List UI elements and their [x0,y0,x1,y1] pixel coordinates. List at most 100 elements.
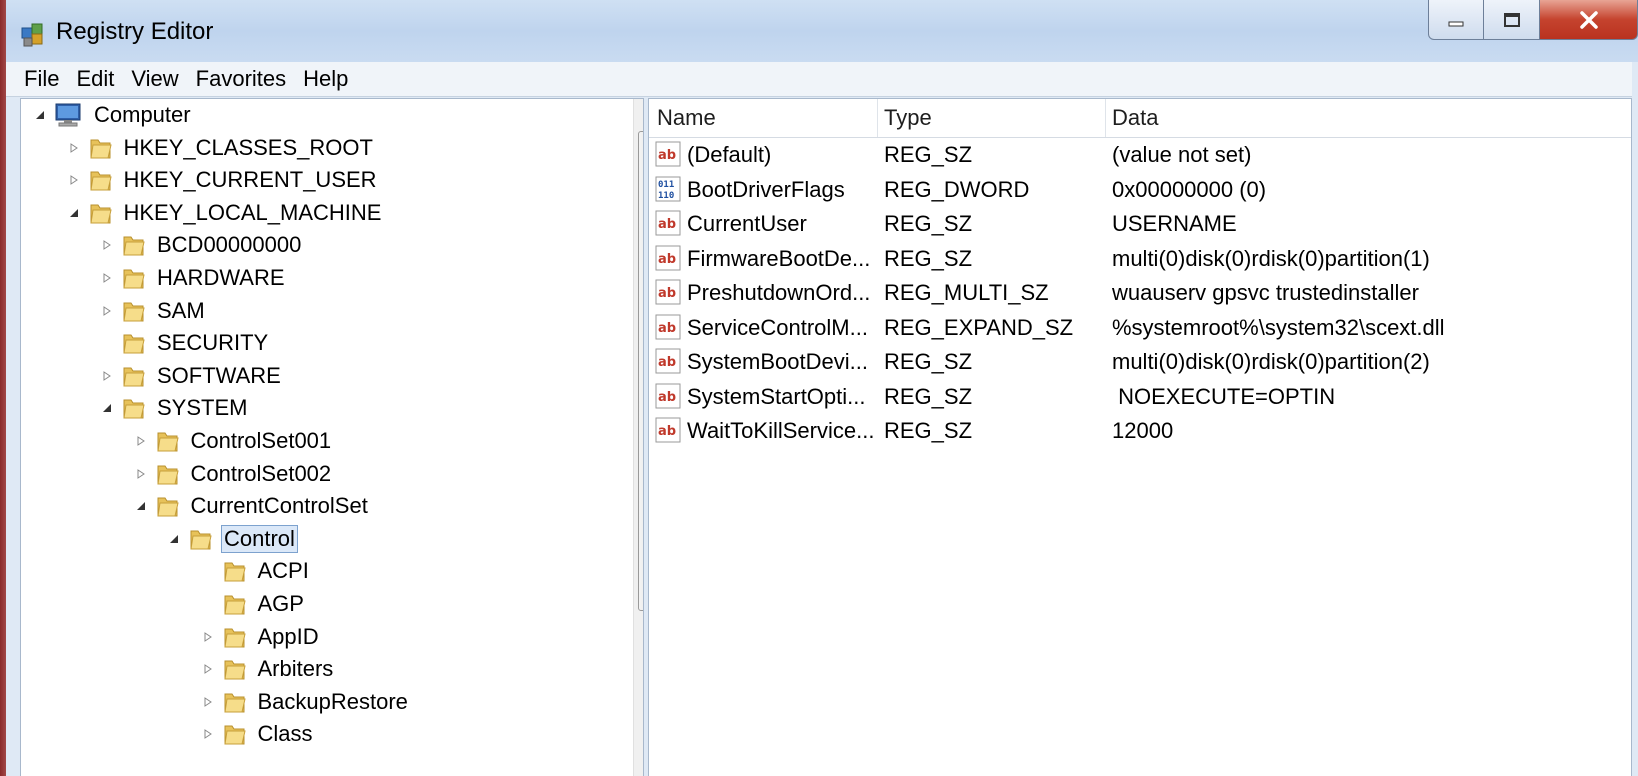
value-name: FirmwareBootDe... [687,245,871,271]
tree-node[interactable]: Computer [33,100,194,130]
value-row[interactable]: ab FirmwareBootDe... REG_SZ multi(0)disk(0)… [649,242,1631,276]
collapsed-arrow-icon[interactable] [100,304,114,318]
tree-node[interactable]: HKEY_CLASSES_ROOT [67,133,376,163]
tree-node[interactable]: Arbiters [201,654,337,684]
tree-node-label[interactable]: SECURITY [154,329,271,357]
scroll-thumb[interactable] [638,131,643,611]
collapsed-arrow-icon[interactable] [201,630,215,644]
value-row[interactable]: ab WaitToKillService... REG_SZ 12000 [649,414,1631,448]
minimize-button[interactable] [1428,0,1484,40]
tree-node-label[interactable]: SYSTEM [154,394,250,422]
column-header-type[interactable]: Type [884,105,932,131]
values-list-pane[interactable]: Name Type Data ab (Default) REG_SZ (value n… [648,98,1632,776]
folder-icon [221,656,247,682]
expanded-arrow-icon[interactable] [167,532,181,546]
collapsed-arrow-icon[interactable] [100,238,114,252]
tree-node-label[interactable]: Arbiters [255,655,337,683]
tree-node-label[interactable]: AGP [255,590,307,618]
folder-icon [120,330,146,356]
folder-icon [221,558,247,584]
value-name: WaitToKillService... [687,418,875,443]
tree-node[interactable]: ControlSet002 [134,459,335,489]
column-header-data[interactable]: Data [1112,105,1158,131]
tree-node-label[interactable]: SAM [154,297,208,325]
tree-node[interactable]: CurrentControlSet [134,491,371,521]
expanded-arrow-icon[interactable] [67,206,81,220]
tree-node[interactable]: HARDWARE [100,263,288,293]
collapsed-arrow-icon[interactable] [201,727,215,741]
value-row[interactable]: ab CurrentUser REG_SZ USERNAME [649,207,1631,241]
tree-node[interactable]: SYSTEM [100,393,250,423]
column-header-name[interactable]: Name [657,105,716,131]
maximize-icon [1503,12,1520,27]
svg-text:ab: ab [658,355,676,370]
tree-node[interactable]: ACPI [201,556,312,586]
tree-node[interactable]: Class [201,719,316,749]
value-row[interactable]: 011 110 BootDriverFlags REG_DWORD 0x00000000… [649,173,1631,207]
tree-node[interactable]: AppID [201,622,322,652]
value-row[interactable]: ab PreshutdownOrd... REG_MULTI_SZ wuauserv … [649,276,1631,310]
menu-bar: File Edit View Favorites Help [6,62,1638,97]
menu-help[interactable]: Help [293,66,355,92]
tree-node-label[interactable]: HKEY_LOCAL_MACHINE [121,199,385,227]
tree-node-label[interactable]: ControlSet001 [188,427,335,455]
tree-node-label[interactable]: CurrentControlSet [188,492,371,520]
collapsed-arrow-icon[interactable] [201,662,215,676]
scroll-up-button[interactable] [634,99,643,131]
value-row[interactable]: ab (Default) REG_SZ (value not set) [649,138,1631,172]
tree-node-label[interactable]: HKEY_CLASSES_ROOT [121,134,376,162]
menu-favorites[interactable]: Favorites [186,66,293,92]
tree-node-label[interactable]: HARDWARE [154,264,288,292]
collapsed-arrow-icon[interactable] [134,434,148,448]
registry-tree-pane[interactable]: Computer HKEY_CLASSES_ROOT HKEY_CURRENT_US… [20,98,644,776]
value-data: USERNAME [1112,211,1237,236]
tree-node[interactable]: BCD00000000 [100,230,304,260]
tree-node-label[interactable]: BackupRestore [255,688,411,716]
tree-node[interactable]: Control [167,524,298,554]
tree-node[interactable]: BackupRestore [201,687,411,717]
expanded-arrow-icon[interactable] [134,499,148,513]
collapsed-arrow-icon[interactable] [67,173,81,187]
no-expander [100,336,114,350]
value-row[interactable]: ab ServiceControlM... REG_EXPAND_SZ %system… [649,311,1631,345]
tree-node[interactable]: HKEY_LOCAL_MACHINE [67,198,385,228]
maximize-button[interactable] [1484,0,1540,40]
value-row[interactable]: ab SystemStartOpti... REG_SZ NOEXECUTE=OPT… [649,380,1631,414]
close-button[interactable] [1540,0,1638,40]
expanded-arrow-icon[interactable] [33,108,47,122]
menu-edit[interactable]: Edit [66,66,121,92]
tree-node-label[interactable]: Computer [91,101,194,129]
menu-view[interactable]: View [121,66,185,92]
tree-node[interactable]: SECURITY [100,328,271,358]
tree-node-label[interactable]: ACPI [255,557,312,585]
tree-node-label[interactable]: Control [221,524,298,553]
value-type: REG_EXPAND_SZ [884,314,1074,340]
collapsed-arrow-icon[interactable] [134,467,148,481]
column-divider[interactable] [877,99,878,137]
collapsed-arrow-icon[interactable] [201,695,215,709]
tree-node-label[interactable]: BCD00000000 [154,231,304,259]
tree-node[interactable]: SAM [100,296,208,326]
title-bar[interactable]: Registry Editor [6,0,1638,62]
tree-node[interactable]: HKEY_CURRENT_USER [67,165,380,195]
value-data: wuauserv gpsvc trustedinstaller [1112,280,1419,305]
tree-node-label[interactable]: HKEY_CURRENT_USER [121,166,380,194]
tree-node-label[interactable]: SOFTWARE [154,362,284,390]
column-divider[interactable] [1105,99,1106,137]
tree-node[interactable]: ControlSet001 [134,426,335,456]
collapsed-arrow-icon[interactable] [100,271,114,285]
tree-node[interactable]: AGP [201,589,307,619]
expanded-arrow-icon[interactable] [100,401,114,415]
value-row[interactable]: ab SystemBootDevi... REG_SZ multi(0)disk(0)… [649,345,1631,379]
tree-node-label[interactable]: Class [255,720,316,748]
tree-node[interactable]: SOFTWARE [100,361,284,391]
tree-scrollbar[interactable] [633,99,643,776]
menu-file[interactable]: File [6,66,66,92]
tree-node-label[interactable]: ControlSet002 [188,460,335,488]
collapsed-arrow-icon[interactable] [100,369,114,383]
tree-node-label[interactable]: AppID [255,623,322,651]
collapsed-arrow-icon[interactable] [67,141,81,155]
value-data: multi(0)disk(0)rdisk(0)partition(1) [1112,245,1430,271]
folder-icon [120,232,146,258]
close-icon [1579,10,1598,29]
